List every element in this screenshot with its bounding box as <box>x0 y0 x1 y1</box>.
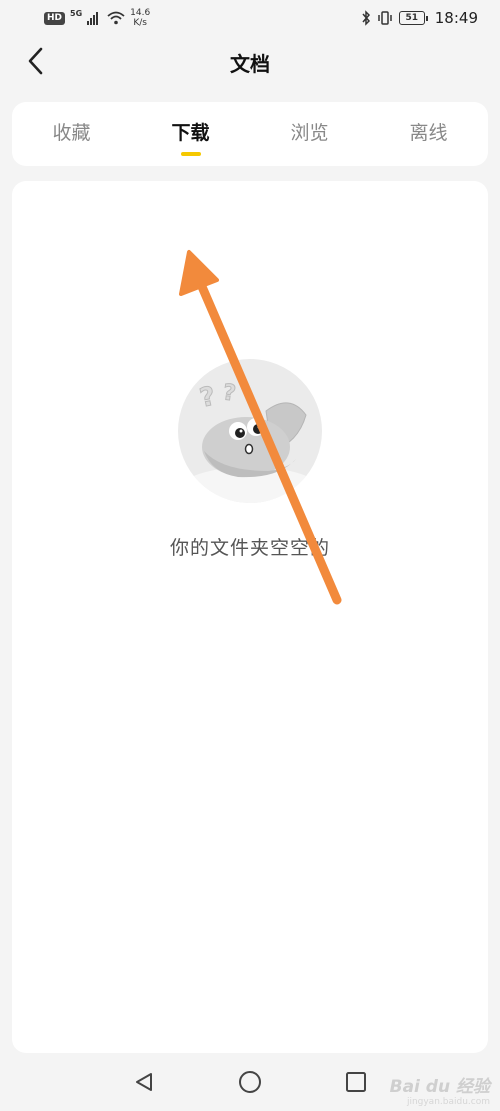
page-title: 文档 <box>230 52 270 76</box>
active-tab-indicator <box>180 152 201 156</box>
baidu-watermark: Bai du 经验 jingyan.baidu.com <box>390 1072 490 1107</box>
hd-badge: HD <box>44 11 66 25</box>
wifi-icon <box>107 11 125 25</box>
tab-label: 离线 <box>409 122 448 144</box>
content-card: ? ? 你的文件夹空空的 <box>12 181 488 1053</box>
network-speed: 14.6 K/s <box>130 8 150 28</box>
speed-value: 14.6 <box>130 8 151 18</box>
app-header: 文档 <box>0 36 500 86</box>
square-recents-icon <box>345 1071 367 1093</box>
vibrate-icon <box>377 10 393 26</box>
bluetooth-icon <box>361 10 371 26</box>
watermark-brand: Bai du 经验 <box>389 1077 490 1097</box>
empty-state-message: 你的文件夹空空的 <box>169 537 330 559</box>
nav-home-button[interactable] <box>233 1065 267 1099</box>
clock: 18:49 <box>434 9 478 27</box>
status-bar: HD 5G 14.6 K/s 51 18:49 <box>0 0 500 36</box>
triangle-back-icon <box>133 1071 155 1093</box>
tab-label: 下载 <box>171 122 210 144</box>
network-type: 5G <box>70 8 83 18</box>
battery-icon: 51 <box>398 11 428 25</box>
nav-recents-button[interactable] <box>339 1065 373 1099</box>
tab-favorites[interactable]: 收藏 <box>27 102 117 166</box>
tab-bar: 收藏 下载 浏览 离线 <box>12 102 488 166</box>
tab-label: 收藏 <box>52 122 91 144</box>
circle-home-icon <box>238 1070 262 1094</box>
signal-icon <box>87 11 99 25</box>
status-right: 51 18:49 <box>361 9 478 27</box>
status-left: HD 5G 14.6 K/s <box>44 8 150 28</box>
speed-unit: K/s <box>133 18 147 28</box>
svg-text:?: ? <box>197 381 218 413</box>
empty-folder-illustration: ? ? <box>178 359 322 503</box>
svg-text:?: ? <box>221 380 237 407</box>
tab-history[interactable]: 浏览 <box>265 102 355 166</box>
tab-label: 浏览 <box>290 122 329 144</box>
nav-back-button[interactable] <box>127 1065 161 1099</box>
tab-offline[interactable]: 离线 <box>384 102 474 166</box>
tab-downloads[interactable]: 下载 <box>146 102 236 166</box>
watermark-url: jingyan.baidu.com <box>406 1097 490 1107</box>
battery-level: 51 <box>405 13 419 23</box>
